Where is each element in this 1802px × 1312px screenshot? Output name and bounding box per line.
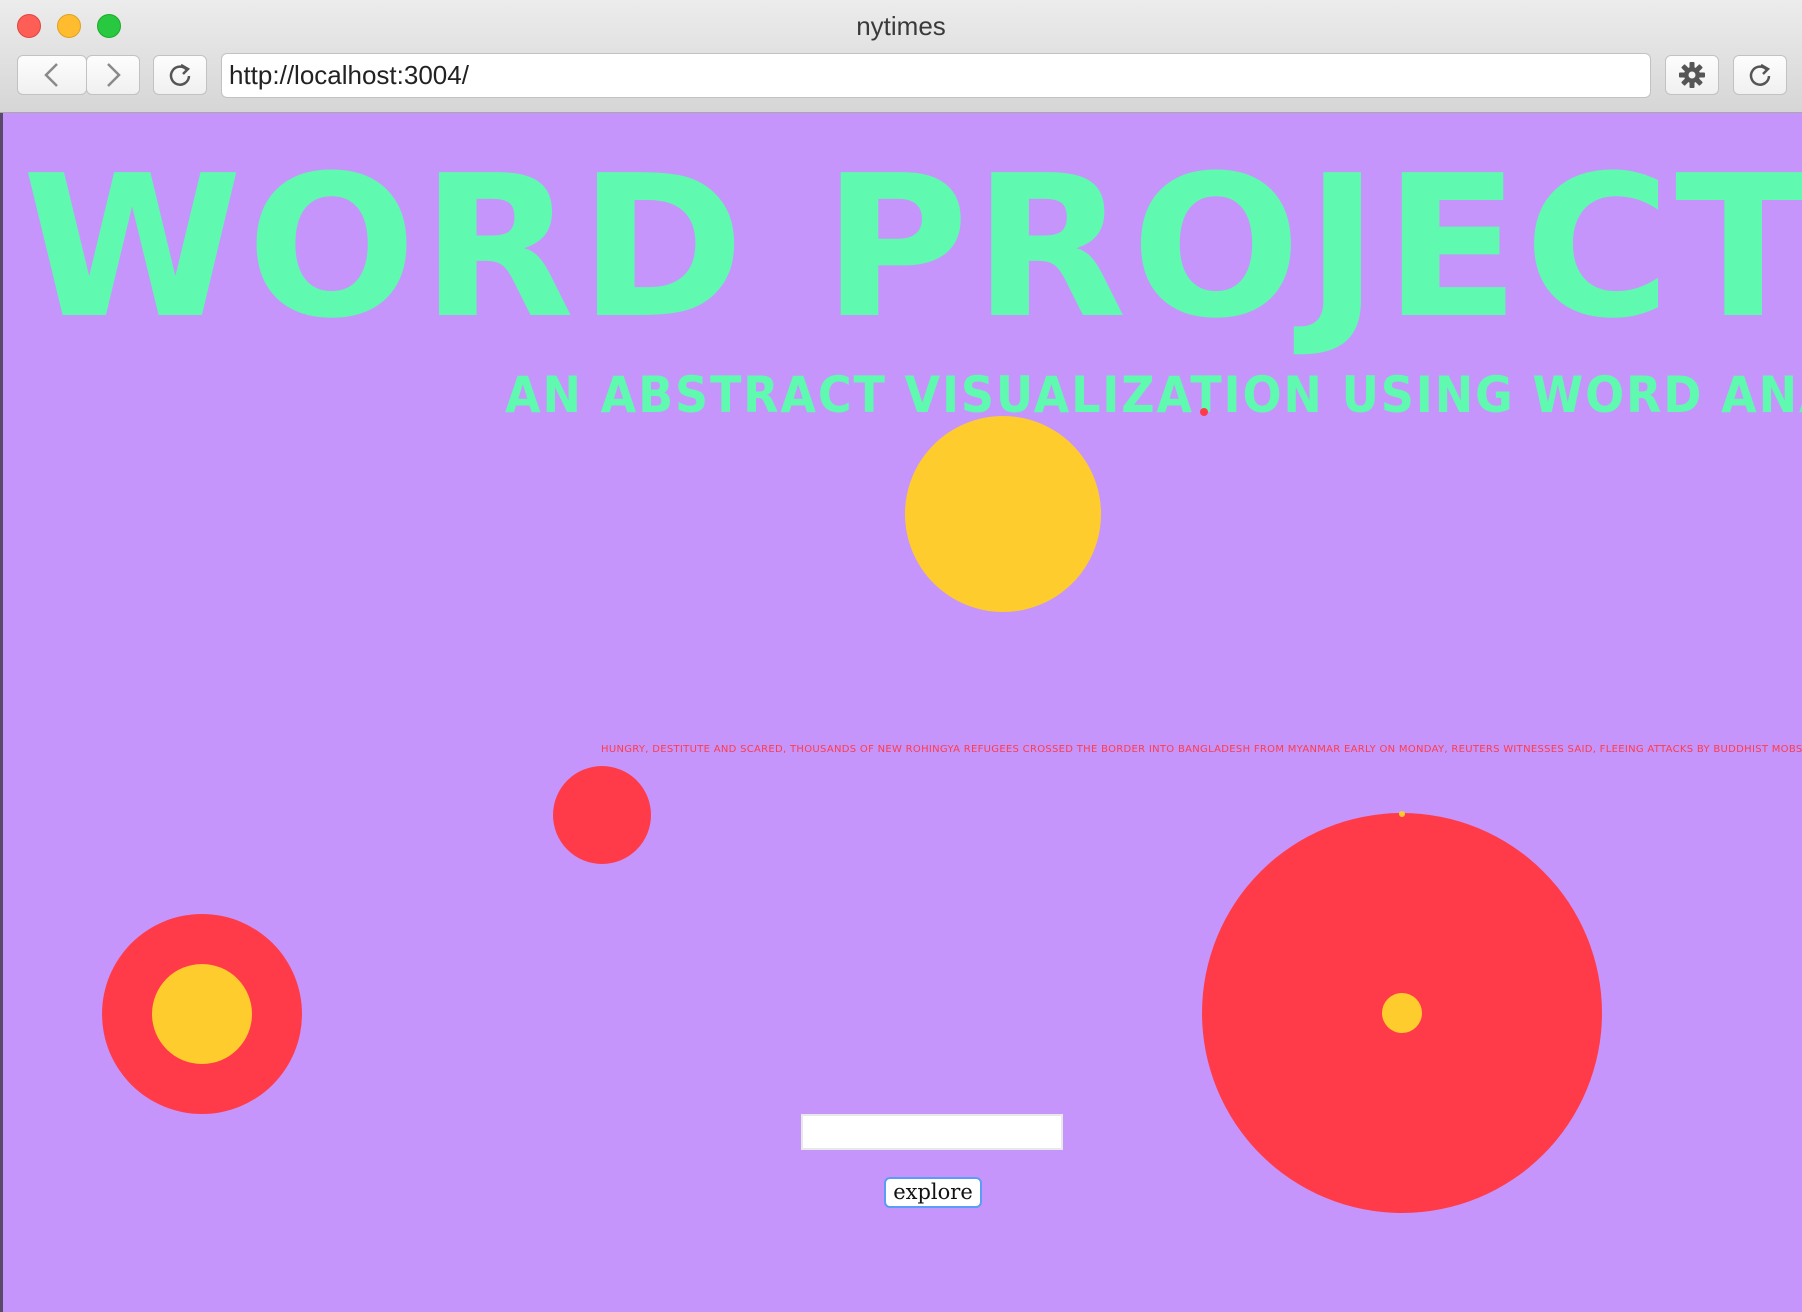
search-input[interactable] <box>801 1114 1063 1150</box>
refresh-icon <box>1749 63 1771 86</box>
yellow-circle <box>905 416 1101 612</box>
gear-icon <box>1679 62 1705 88</box>
browser-toolbar: nytimes http://localhost:3004/ <box>0 0 1802 113</box>
browser-window: nytimes http://localhost:3004/ WORD PROJ… <box>0 0 1802 1312</box>
small-red-dot <box>1200 408 1208 416</box>
reload-button[interactable] <box>153 55 207 95</box>
reload-icon <box>169 63 191 86</box>
red-circle-small <box>553 766 651 864</box>
forward-button[interactable] <box>86 55 140 95</box>
forward-arrow-icon <box>107 63 121 87</box>
page-title: WORD PROJECT <box>22 134 1802 362</box>
window-title: nytimes <box>856 11 946 41</box>
refresh-button[interactable] <box>1733 55 1787 95</box>
yellow-tiny-dot <box>1399 811 1405 817</box>
window-left-edge <box>0 113 3 1312</box>
back-button[interactable] <box>17 55 87 95</box>
news-ticker: HUNGRY, DESTITUTE AND SCARED, THOUSANDS … <box>601 744 1802 755</box>
address-bar[interactable]: http://localhost:3004/ <box>221 53 1651 98</box>
page-subtitle: AN ABSTRACT VISUALIZATION USING WORD ANA… <box>505 366 1802 424</box>
yellow-inner-circle <box>152 964 252 1064</box>
back-arrow-icon <box>44 63 58 87</box>
explore-button[interactable]: explore <box>884 1177 982 1208</box>
page-content: WORD PROJECT AN ABSTRACT VISUALIZATION U… <box>3 113 1802 1312</box>
settings-button[interactable] <box>1665 55 1719 95</box>
yellow-center-dot <box>1382 993 1422 1033</box>
